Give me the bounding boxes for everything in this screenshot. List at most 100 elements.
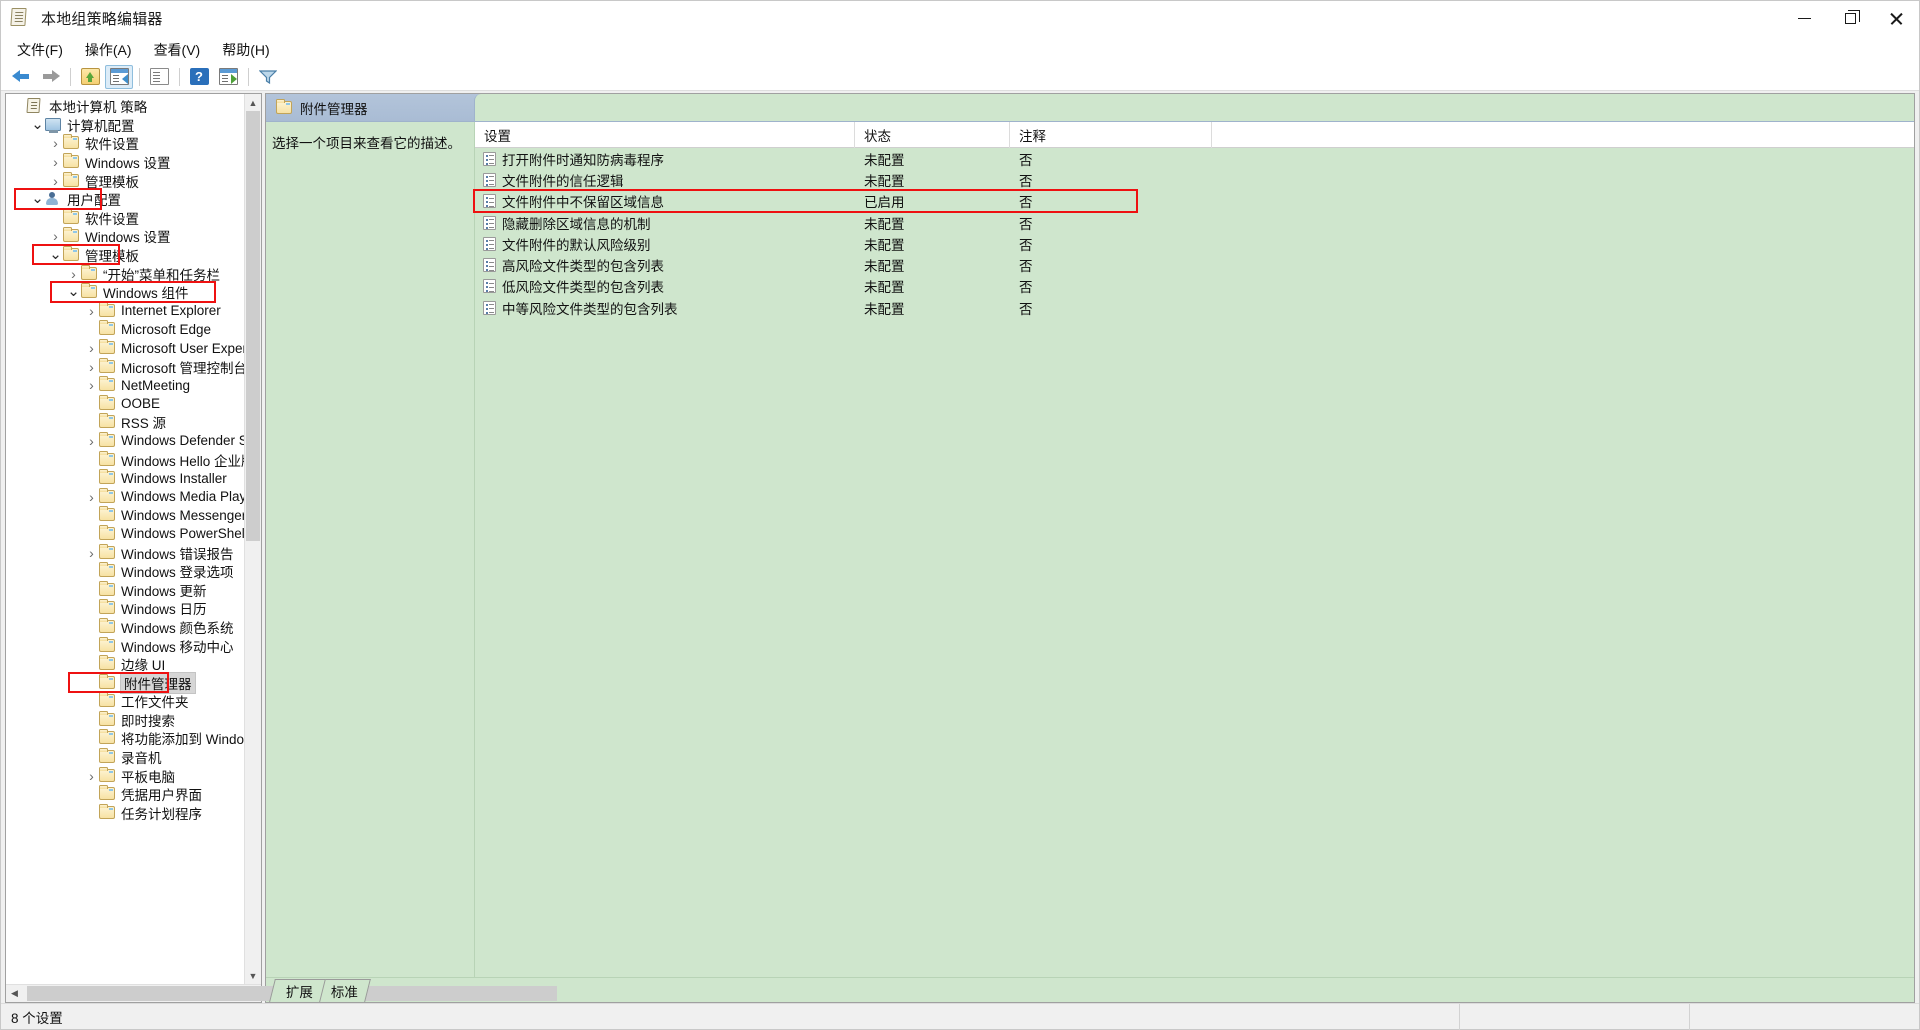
toolbar-separator-1 — [70, 67, 71, 86]
settings-list-rows[interactable]: 打开附件时通知防病毒程序 未配置否文件附件的信任逻辑 未配置否文件附件中不保留区域信… — [473, 148, 1914, 977]
chevron-down-icon[interactable]: ⌄ — [48, 247, 63, 262]
chevron-right-icon[interactable]: › — [84, 769, 99, 783]
minimize-button[interactable] — [1781, 1, 1827, 37]
tree-node[interactable]: ⌄ 用户配置 — [6, 190, 244, 209]
tree-node[interactable]: › Windows 错误报告 — [6, 543, 244, 562]
forward-button[interactable] — [36, 65, 64, 89]
tree-node[interactable]: 工作文件夹 — [6, 692, 244, 711]
filter-button[interactable] — [254, 65, 282, 89]
tree-horizontal-scrollbar[interactable]: ◀ ▶ — [6, 984, 557, 1002]
tree-node-label: 即时搜索 — [121, 713, 175, 729]
folder-icon — [63, 246, 80, 262]
back-button[interactable] — [7, 65, 35, 89]
chevron-right-icon[interactable]: › — [84, 304, 99, 318]
tree-node[interactable]: › Internet Explorer — [6, 301, 244, 321]
close-button[interactable] — [1873, 1, 1919, 37]
tree-node[interactable]: 录音机 — [6, 748, 244, 767]
tree-node[interactable]: › NetMeeting — [6, 376, 244, 395]
tree-node[interactable]: Windows Messenger — [6, 506, 244, 525]
export-list-button[interactable] — [145, 65, 173, 89]
column-header-state[interactable]: 状态 — [855, 121, 1010, 148]
menu-view[interactable]: 查看(V) — [144, 37, 211, 63]
scroll-down-icon[interactable]: ▼ — [245, 967, 261, 984]
policy-setting-icon — [483, 279, 496, 294]
folder-icon — [99, 710, 116, 727]
chevron-right-icon[interactable]: › — [84, 378, 99, 392]
help-button[interactable]: ? — [185, 65, 213, 89]
tree-node[interactable]: › 平板电脑 — [6, 766, 244, 785]
scroll-up-icon[interactable]: ▲ — [245, 94, 261, 111]
tree-node[interactable]: 将功能添加到 Windows — [6, 729, 244, 748]
tree-node[interactable]: 即时搜索 — [6, 710, 244, 730]
tree-node[interactable]: Windows PowerShell — [6, 524, 244, 544]
tree-node[interactable]: Windows 日历 — [6, 599, 244, 618]
tree-node[interactable]: Microsoft Edge — [6, 320, 244, 339]
menu-help[interactable]: 帮助(H) — [212, 37, 279, 63]
chevron-right-icon[interactable]: › — [48, 174, 63, 188]
column-header-comment[interactable]: 注释 — [1010, 121, 1212, 148]
tree-node[interactable]: 凭据用户界面 — [6, 785, 244, 804]
chevron-right-icon[interactable]: › — [84, 490, 99, 504]
chevron-right-icon[interactable]: › — [84, 360, 99, 374]
cell-state: 未配置 — [864, 173, 905, 189]
chevron-right-icon[interactable]: › — [84, 434, 99, 448]
maximize-button[interactable] — [1827, 1, 1873, 37]
table-row[interactable]: 文件附件的默认风险级别 未配置 否 — [475, 233, 1914, 254]
show-hide-console-tree-button[interactable] — [105, 64, 133, 89]
chevron-down-icon[interactable]: ⌄ — [66, 284, 81, 299]
column-header-setting[interactable]: 设置 — [475, 121, 855, 148]
chevron-right-icon[interactable]: › — [48, 155, 63, 169]
table-row[interactable]: 打开附件时通知防病毒程序 未配置 否 — [475, 148, 1914, 169]
tree-node[interactable]: › Microsoft User Experien — [6, 339, 244, 358]
tree-node[interactable]: › 软件设置 — [6, 134, 244, 153]
table-row[interactable]: 文件附件的信任逻辑 未配置 否 — [475, 169, 1914, 190]
chevron-right-icon[interactable]: › — [66, 267, 81, 281]
chevron-right-icon[interactable]: › — [84, 546, 99, 560]
tree-node[interactable]: 软件设置 — [6, 208, 244, 228]
tree-node[interactable]: Windows Hello 企业版 — [6, 450, 244, 469]
tree-node[interactable]: Windows 登录选项 — [6, 562, 244, 581]
tree-node[interactable]: › Windows Media Player — [6, 487, 244, 506]
tree-list[interactable]: 本地计算机 策略 ⌄ 计算机配置 › 软件设置 › Windows 设置 › 管理模板 ⌄ 用户配置… — [6, 94, 244, 984]
tree-node[interactable]: › “开始”菜单和任务栏 — [6, 264, 244, 283]
tree-node[interactable]: OOBE — [6, 394, 244, 414]
tree-node[interactable]: 边缘 UI — [6, 655, 244, 674]
up-one-level-button[interactable] — [76, 65, 104, 89]
show-hide-action-pane-button[interactable] — [214, 65, 242, 89]
menu-action[interactable]: 操作(A) — [75, 37, 142, 63]
tree-node[interactable]: 附件管理器 — [6, 671, 244, 694]
horizontal-scroll-track[interactable] — [23, 985, 557, 1002]
table-row[interactable]: 文件附件中不保留区域信息 已启用 否 — [475, 191, 1914, 212]
tree-node[interactable]: › 管理模板 — [6, 171, 244, 190]
tree-node[interactable]: › Windows 设置 — [6, 153, 244, 172]
tree-node[interactable]: › Windows 设置 — [6, 227, 244, 246]
chevron-down-icon[interactable]: ⌄ — [30, 117, 45, 132]
tree-vertical-scrollbar[interactable]: ▲ ▼ — [244, 94, 261, 984]
computer-icon — [45, 117, 62, 133]
scroll-left-icon[interactable]: ◀ — [6, 985, 23, 1002]
chevron-right-icon[interactable]: › — [84, 341, 99, 355]
table-row[interactable]: 低风险文件类型的包含列表 未配置 否 — [475, 276, 1914, 297]
chevron-right-icon[interactable]: › — [48, 229, 63, 243]
tree-node[interactable]: RSS 源 — [6, 413, 244, 432]
tree-node[interactable]: › Windows Defender Sma — [6, 431, 244, 451]
table-row[interactable]: 高风险文件类型的包含列表 未配置 否 — [475, 254, 1914, 275]
tab-extended[interactable]: 扩展 — [269, 979, 326, 1002]
chevron-right-icon[interactable]: › — [48, 136, 63, 150]
tree-node[interactable]: Windows 移动中心 — [6, 636, 244, 655]
tree-node[interactable]: 本地计算机 策略 — [6, 97, 244, 116]
vertical-scroll-thumb[interactable] — [246, 111, 260, 541]
tree-node[interactable]: Windows 颜色系统 — [6, 617, 244, 637]
table-row[interactable]: 中等风险文件类型的包含列表 未配置 否 — [475, 297, 1914, 318]
tree-node[interactable]: Windows Installer — [6, 469, 244, 488]
tree-node[interactable]: ⌄ Windows 组件 — [6, 283, 244, 302]
tree-node[interactable]: › Microsoft 管理控制台 — [6, 357, 244, 376]
table-row[interactable]: 隐藏删除区域信息的机制 未配置 否 — [475, 212, 1914, 233]
tree-node[interactable]: ⌄ 计算机配置 — [6, 116, 244, 135]
chevron-down-icon[interactable]: ⌄ — [30, 191, 45, 206]
tree-node[interactable]: ⌄ 管理模板 — [6, 246, 244, 265]
vertical-scroll-track[interactable] — [245, 111, 261, 967]
menu-file[interactable]: 文件(F) — [7, 37, 73, 63]
tree-node[interactable]: 任务计划程序 — [6, 803, 244, 823]
tree-node[interactable]: Windows 更新 — [6, 580, 244, 599]
